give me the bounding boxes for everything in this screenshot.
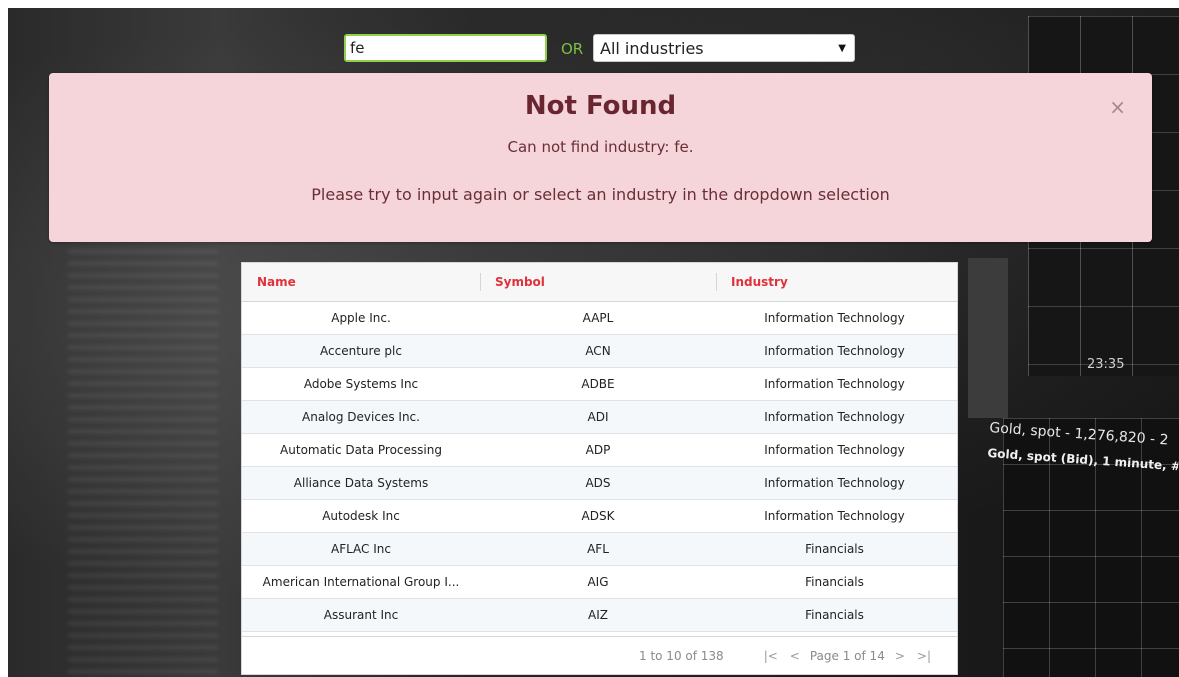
cell-industry: Information Technology — [764, 443, 905, 457]
cell-symbol: ADI — [587, 410, 609, 424]
cell-industry: Information Technology — [764, 377, 905, 391]
industry-select[interactable]: All industries ▼ — [593, 34, 855, 62]
next-page-icon[interactable]: > — [895, 649, 905, 663]
table-row[interactable]: Analog Devices Inc. ADI Information Tech… — [242, 401, 957, 434]
dropdown-caret-icon: ▼ — [838, 43, 846, 54]
background-left-column — [68, 238, 218, 677]
company-table: Name Symbol Industry Apple Inc. AAPL Inf… — [241, 262, 958, 675]
column-header-name[interactable]: Name — [242, 263, 480, 301]
table-row[interactable]: Alliance Data Systems ADS Information Te… — [242, 467, 957, 500]
first-page-icon[interactable]: |< — [764, 649, 778, 663]
table-row[interactable]: Autodesk Inc ADSK Information Technology — [242, 500, 957, 533]
background-panel — [968, 258, 1008, 418]
table-header: Name Symbol Industry — [242, 263, 957, 302]
cell-name: Assurant Inc — [323, 608, 399, 622]
table-row[interactable]: Apple Inc. AAPL Information Technology — [242, 302, 957, 335]
cell-name: AFLAC Inc — [330, 542, 391, 556]
cell-symbol: ADP — [585, 443, 611, 457]
column-header-symbol[interactable]: Symbol — [480, 263, 716, 301]
cell-industry: Information Technology — [764, 311, 905, 325]
cell-industry: Financials — [805, 575, 864, 589]
cell-industry: Financials — [805, 608, 864, 622]
or-label: OR — [561, 40, 584, 58]
cell-name: Apple Inc. — [331, 311, 391, 325]
table-row[interactable]: American International Group I... AIG Fi… — [242, 566, 957, 599]
industry-select-value: All industries — [600, 39, 704, 58]
page-info: Page 1 of 14 — [809, 648, 885, 663]
cell-symbol: ACN — [585, 344, 611, 358]
cell-symbol: AIZ — [588, 608, 608, 622]
table-body: Apple Inc. AAPL Information Technology A… — [242, 302, 957, 632]
cell-symbol: ADSK — [581, 509, 615, 523]
cell-symbol: AAPL — [582, 311, 614, 325]
cell-name: Alliance Data Systems — [293, 476, 429, 490]
close-icon[interactable]: × — [1109, 95, 1126, 119]
cell-symbol: AIG — [587, 575, 609, 589]
cell-name: American International Group I... — [262, 575, 460, 589]
cell-symbol: ADBE — [581, 377, 615, 391]
last-page-icon[interactable]: >| — [917, 649, 931, 663]
cell-industry: Information Technology — [764, 476, 905, 490]
previous-page-icon[interactable]: < — [790, 649, 800, 663]
table-row[interactable]: Accenture plc ACN Information Technology — [242, 335, 957, 368]
industry-search-input[interactable] — [344, 34, 547, 62]
cell-symbol: AFL — [587, 542, 609, 556]
table-row[interactable]: Automatic Data Processing ADP Informatio… — [242, 434, 957, 467]
alert-hint: Please try to input again or select an i… — [311, 185, 890, 204]
cell-name: Analog Devices Inc. — [302, 410, 420, 424]
cell-name: Autodesk Inc — [322, 509, 400, 523]
table-row[interactable]: AFLAC Inc AFL Financials — [242, 533, 957, 566]
cell-symbol: ADS — [585, 476, 611, 490]
table-row[interactable]: Adobe Systems Inc ADBE Information Techn… — [242, 368, 957, 401]
column-header-industry[interactable]: Industry — [716, 263, 957, 301]
not-found-alert: Not Found Can not find industry: fe. Ple… — [49, 73, 1152, 242]
pagination-summary: 1 to 10 of 138 — [639, 648, 724, 663]
chart-time-label: 23:35 — [1087, 357, 1125, 372]
pagination-bar: 1 to 10 of 138 |< < Page 1 of 14 > >| — [242, 636, 957, 674]
cell-industry: Information Technology — [764, 344, 905, 358]
alert-message: Can not find industry: fe. — [507, 138, 694, 156]
cell-name: Automatic Data Processing — [280, 443, 442, 457]
cell-name: Accenture plc — [320, 344, 402, 358]
table-row[interactable]: Assurant Inc AIZ Financials — [242, 599, 957, 632]
cell-industry: Information Technology — [764, 410, 905, 424]
cell-industry: Financials — [805, 542, 864, 556]
alert-title: Not Found — [524, 91, 677, 121]
cell-name: Adobe Systems Inc — [303, 377, 419, 391]
cell-industry: Information Technology — [764, 509, 905, 523]
